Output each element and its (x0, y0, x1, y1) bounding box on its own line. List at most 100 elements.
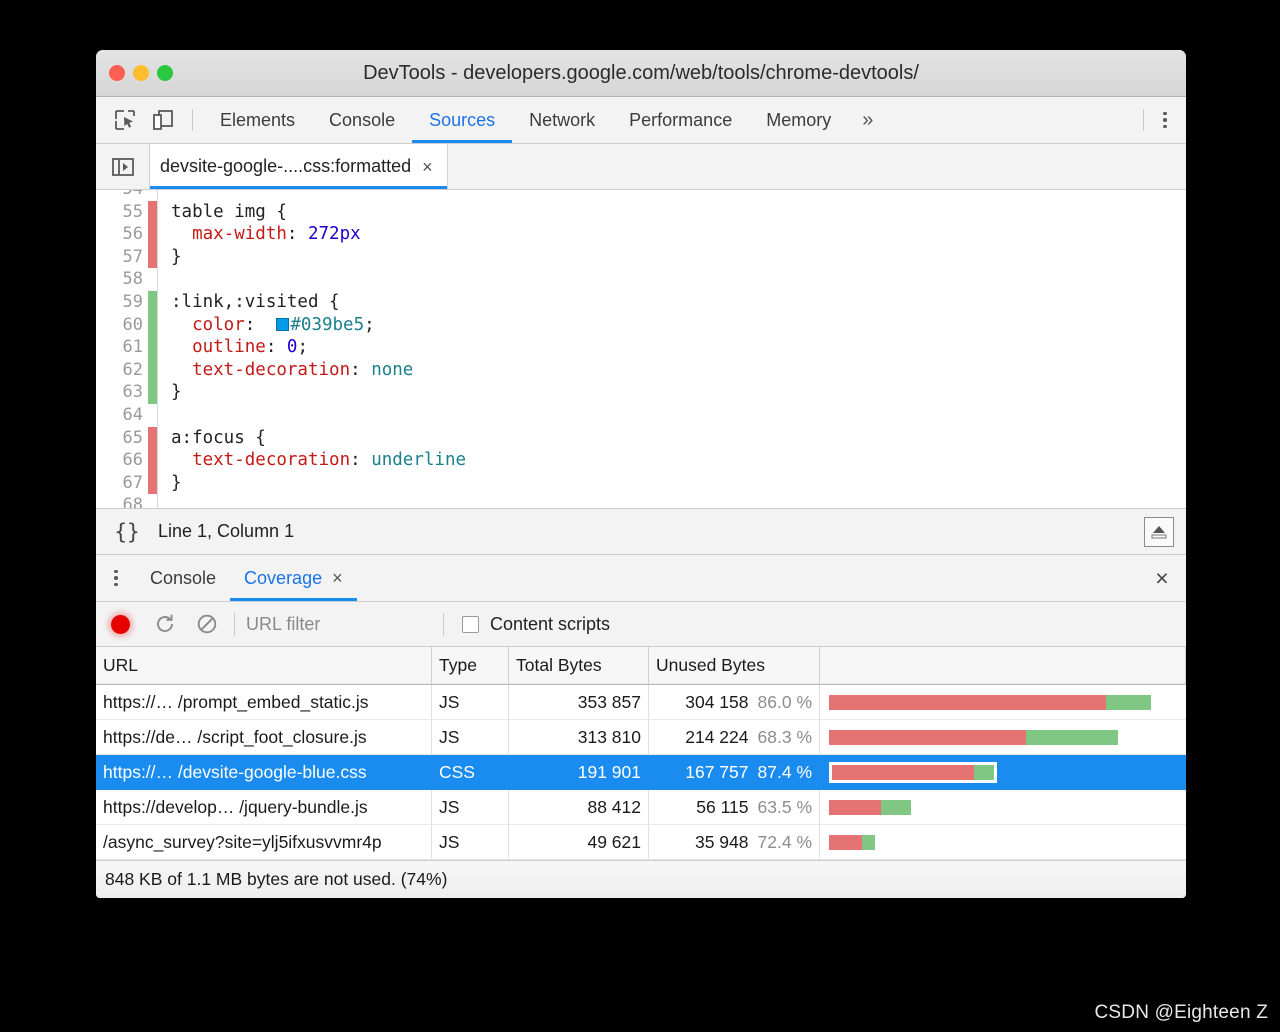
code-scroll-area: 5455table img {56 max-width: 272px57}585… (96, 190, 1186, 508)
close-icon[interactable]: × (332, 569, 343, 587)
coverage-bar-used (881, 800, 911, 815)
clear-icon[interactable] (186, 613, 228, 635)
pretty-print-icon[interactable]: {} (96, 520, 158, 544)
table-row[interactable]: https://de… /script_foot_closure.jsJS313… (96, 720, 1186, 755)
code-token (171, 450, 192, 470)
coverage-gutter-marker (148, 291, 157, 314)
show-navigator-icon[interactable] (96, 144, 149, 189)
code-token (171, 315, 192, 335)
coverage-table-body: https://… /prompt_embed_static.jsJS353 8… (96, 685, 1186, 860)
record-button[interactable] (96, 615, 144, 634)
tab-elements[interactable]: Elements (203, 97, 312, 143)
table-row[interactable]: https://develop… /jquery-bundle.jsJS88 4… (96, 790, 1186, 825)
line-number: 61 (96, 336, 148, 359)
coverage-bar (829, 695, 1151, 710)
code-line: 58 (96, 268, 1186, 291)
code-line: 59:link,:visited { (96, 291, 1186, 314)
content-scripts-checkbox[interactable]: Content scripts (462, 614, 610, 635)
unused-bytes-value: 56 115 (696, 797, 748, 818)
code-text: :link,:visited { (158, 291, 340, 314)
code-line: 65a:focus { (96, 427, 1186, 450)
code-editor[interactable]: 5455table img {56 max-width: 272px57}585… (96, 190, 1186, 508)
column-header-total-bytes[interactable]: Total Bytes (509, 647, 649, 684)
table-row[interactable]: https://… /prompt_embed_static.jsJS353 8… (96, 685, 1186, 720)
color-swatch-icon[interactable] (276, 318, 289, 331)
url-filter-input[interactable] (244, 613, 439, 636)
code-text (158, 404, 171, 427)
code-token: ; (364, 315, 375, 335)
drawer-tab-coverage[interactable]: Coverage × (230, 555, 357, 601)
coverage-bar (829, 730, 1118, 745)
coverage-gutter-marker (148, 381, 157, 404)
unused-percent: 68.3 % (758, 727, 812, 748)
content-scripts-label: Content scripts (490, 614, 610, 635)
cell-type: JS (432, 825, 509, 860)
close-window-button[interactable] (109, 65, 125, 81)
coverage-gutter-marker (148, 268, 157, 291)
table-row[interactable]: https://… /devsite-google-blue.cssCSS191… (96, 755, 1186, 790)
code-text: } (158, 472, 182, 495)
unused-bytes-value: 35 948 (695, 832, 749, 853)
scroll-to-top-icon[interactable] (1144, 517, 1174, 547)
code-text (158, 494, 171, 508)
close-icon[interactable]: × (422, 158, 433, 176)
tab-performance[interactable]: Performance (612, 97, 749, 143)
drawer-tab-console-label: Console (150, 568, 216, 589)
line-number: 54 (96, 190, 148, 201)
coverage-bar (829, 800, 911, 815)
code-line: 55table img { (96, 201, 1186, 224)
checkbox-icon[interactable] (462, 616, 479, 633)
code-token (171, 337, 192, 357)
coverage-toolbar: Content scripts (96, 602, 1186, 647)
more-tabs-chevron-icon[interactable]: » (848, 97, 887, 143)
tab-network[interactable]: Network (512, 97, 612, 143)
column-header-bar (820, 647, 1186, 684)
unused-percent: 87.4 % (758, 762, 812, 783)
tab-memory[interactable]: Memory (749, 97, 848, 143)
code-text (158, 190, 171, 201)
column-header-url[interactable]: URL (96, 647, 432, 684)
code-token: ; (297, 337, 308, 357)
maximize-window-button[interactable] (157, 65, 173, 81)
coverage-bar-unused (829, 800, 881, 815)
coverage-summary-bar: 848 KB of 1.1 MB bytes are not used. (74… (96, 860, 1186, 898)
device-toolbar-icon[interactable] (144, 97, 182, 143)
coverage-table: URL Type Total Bytes Unused Bytes https:… (96, 647, 1186, 860)
inspect-element-icon[interactable] (106, 97, 144, 143)
cell-coverage-bar (820, 755, 1186, 790)
close-drawer-icon[interactable]: × (1138, 555, 1186, 601)
coverage-bar-used (1106, 695, 1151, 710)
line-number: 65 (96, 427, 148, 450)
column-header-unused-bytes[interactable]: Unused Bytes (649, 647, 820, 684)
coverage-bar (829, 835, 875, 850)
file-tab-devsite-google-css[interactable]: devsite-google-....css:formatted × (149, 144, 448, 189)
cell-unused-bytes: 56 115 63.5 % (649, 790, 820, 825)
code-token: : (350, 360, 371, 380)
traffic-lights (109, 65, 173, 81)
code-line: 62 text-decoration: none (96, 359, 1186, 382)
code-text: text-decoration: none (158, 359, 413, 382)
line-number: 58 (96, 268, 148, 291)
column-header-type[interactable]: Type (432, 647, 509, 684)
kebab-menu-icon[interactable] (1144, 97, 1186, 143)
coverage-gutter-marker (148, 201, 157, 224)
drawer-kebab-menu-icon[interactable] (96, 555, 136, 601)
drawer-tabstrip: Console Coverage × × (96, 555, 1186, 602)
coverage-bar (829, 762, 997, 783)
tab-sources[interactable]: Sources (412, 97, 512, 143)
code-token: text-decoration (192, 450, 350, 470)
csdn-watermark: CSDN @Eighteen Z (1095, 1002, 1269, 1024)
code-text: text-decoration: underline (158, 449, 466, 472)
drawer-tab-console[interactable]: Console (136, 555, 230, 601)
code-token: } (171, 382, 182, 402)
minimize-window-button[interactable] (133, 65, 149, 81)
coverage-summary-text: 848 KB of 1.1 MB bytes are not used. (74… (105, 869, 447, 890)
unused-percent: 63.5 % (758, 797, 812, 818)
coverage-gutter-marker (148, 246, 157, 269)
table-row[interactable]: /async_survey?site=ylj5ifxusvvmr4pJS49 6… (96, 825, 1186, 860)
cell-type: JS (432, 720, 509, 755)
devtools-window: DevTools - developers.google.com/web/too… (96, 50, 1186, 898)
reload-icon[interactable] (144, 613, 186, 635)
cell-type: JS (432, 790, 509, 825)
tab-console[interactable]: Console (312, 97, 412, 143)
